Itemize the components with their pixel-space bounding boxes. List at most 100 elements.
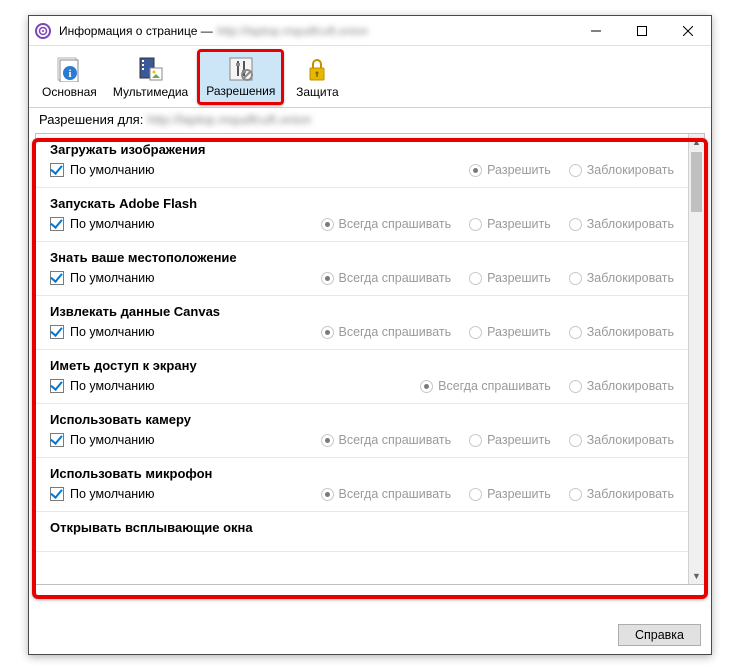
radio-always_ask[interactable]: Всегда спрашивать <box>420 379 551 393</box>
toolbar: i Основная Мультимедиа Разрешения Защита <box>29 46 711 108</box>
radio-label: Заблокировать <box>587 325 674 339</box>
permission-title: Знать ваше местоположение <box>50 250 674 265</box>
checkbox[interactable] <box>50 433 64 447</box>
radio-always_ask[interactable]: Всегда спрашивать <box>321 487 452 501</box>
scrollbar-thumb[interactable] <box>691 152 702 212</box>
radio-label: Всегда спрашивать <box>339 217 452 231</box>
default-checkbox-wrap[interactable]: По умолчанию <box>50 325 321 339</box>
radio-always_ask[interactable]: Всегда спрашивать <box>321 271 452 285</box>
radio-allow[interactable]: Разрешить <box>469 163 551 177</box>
radio-always_ask[interactable]: Всегда спрашивать <box>321 433 452 447</box>
radio-input[interactable] <box>569 326 582 339</box>
radio-allow[interactable]: Разрешить <box>469 217 551 231</box>
radio-label: Разрешить <box>487 271 551 285</box>
maximize-button[interactable] <box>619 16 665 46</box>
default-checkbox-wrap[interactable]: По умолчанию <box>50 163 469 177</box>
scrollbar[interactable]: ▲ ▼ <box>688 134 704 584</box>
radio-label: Всегда спрашивать <box>339 325 452 339</box>
radio-input[interactable] <box>569 218 582 231</box>
default-checkbox-wrap[interactable]: По умолчанию <box>50 487 321 501</box>
checkbox[interactable] <box>50 163 64 177</box>
checkbox-label: По умолчанию <box>70 325 155 339</box>
radio-input[interactable] <box>321 218 334 231</box>
permission-item: Запускать Adobe FlashПо умолчаниюВсегда … <box>36 188 688 242</box>
radio-input[interactable] <box>469 488 482 501</box>
radio-input[interactable] <box>469 218 482 231</box>
permission-title: Извлекать данные Canvas <box>50 304 674 319</box>
radio-label: Всегда спрашивать <box>339 487 452 501</box>
radio-label: Заблокировать <box>587 433 674 447</box>
permission-item: Извлекать данные Canvas По умолчанию Всегд… <box>36 296 688 350</box>
radio-input[interactable] <box>569 164 582 177</box>
titlebar: Информация о странице — http://laptop.mq… <box>29 16 711 46</box>
radio-block[interactable]: Заблокировать <box>569 217 674 231</box>
radio-block[interactable]: Заблокировать <box>569 433 674 447</box>
radio-allow[interactable]: Разрешить <box>469 433 551 447</box>
radio-input[interactable] <box>321 272 334 285</box>
radio-input[interactable] <box>420 380 433 393</box>
radio-block[interactable]: Заблокировать <box>569 325 674 339</box>
radio-input[interactable] <box>569 272 582 285</box>
page-info-window: Информация о странице — http://laptop.mq… <box>28 15 712 655</box>
radio-input[interactable] <box>321 326 334 339</box>
checkbox-label: По умолчанию <box>70 433 155 447</box>
radio-input[interactable] <box>321 434 334 447</box>
checkbox[interactable] <box>50 217 64 231</box>
help-button[interactable]: Справка <box>618 624 701 646</box>
tab-label: Основная <box>42 85 97 99</box>
default-checkbox-wrap[interactable]: По умолчанию <box>50 271 321 285</box>
radio-allow[interactable]: Разрешить <box>469 271 551 285</box>
radio-input[interactable] <box>569 434 582 447</box>
permissions-list: Загружать изображенияПо умолчаниюРазреши… <box>36 134 688 584</box>
checkbox[interactable] <box>50 379 64 393</box>
radio-label: Заблокировать <box>587 163 674 177</box>
permission-row: По умолчанию Всегда спрашивать Разрешить За… <box>50 487 674 501</box>
radio-always_ask[interactable]: Всегда спрашивать <box>321 325 452 339</box>
svg-text:i: i <box>69 68 72 80</box>
radio-block[interactable]: Заблокировать <box>569 379 674 393</box>
checkbox[interactable] <box>50 325 64 339</box>
radio-label: Разрешить <box>487 325 551 339</box>
radio-group: Всегда спрашивать Разрешить Заблокировать <box>321 487 675 501</box>
permission-item: Иметь доступ к экрану По умолчанию Всегда … <box>36 350 688 404</box>
radio-allow[interactable]: Разрешить <box>469 325 551 339</box>
permissions-for-label: Разрешения для: http://laptop.mqudfcuft.… <box>29 108 711 133</box>
scroll-up-icon[interactable]: ▲ <box>689 134 704 150</box>
radio-allow[interactable]: Разрешить <box>469 487 551 501</box>
close-button[interactable] <box>665 16 711 46</box>
checkbox[interactable] <box>50 271 64 285</box>
window-controls <box>573 16 711 46</box>
tab-media[interactable]: Мультимедиа <box>106 49 195 105</box>
permission-title: Иметь доступ к экрану <box>50 358 674 373</box>
radio-group: Всегда спрашивать Разрешить Заблокировать <box>321 433 675 447</box>
tab-general[interactable]: i Основная <box>35 49 104 105</box>
window-title: Информация о странице — http://laptop.mq… <box>59 24 573 38</box>
minimize-button[interactable] <box>573 16 619 46</box>
radio-group: Разрешить Заблокировать <box>469 163 674 177</box>
radio-input[interactable] <box>469 164 482 177</box>
radio-input[interactable] <box>469 434 482 447</box>
tab-label: Разрешения <box>206 84 275 98</box>
default-checkbox-wrap[interactable]: По умолчанию <box>50 433 321 447</box>
radio-label: Всегда спрашивать <box>438 379 551 393</box>
radio-input[interactable] <box>469 326 482 339</box>
radio-input[interactable] <box>469 272 482 285</box>
checkbox-label: По умолчанию <box>70 379 155 393</box>
radio-always_ask[interactable]: Всегда спрашивать <box>321 217 452 231</box>
radio-block[interactable]: Заблокировать <box>569 487 674 501</box>
checkbox[interactable] <box>50 487 64 501</box>
default-checkbox-wrap[interactable]: По умолчанию <box>50 379 420 393</box>
radio-block[interactable]: Заблокировать <box>569 271 674 285</box>
tab-security[interactable]: Защита <box>286 49 348 105</box>
default-checkbox-wrap[interactable]: По умолчанию <box>50 217 321 231</box>
radio-input[interactable] <box>569 380 582 393</box>
tab-permissions[interactable]: Разрешения <box>197 49 284 105</box>
radio-group: Всегда спрашивать Заблокировать <box>420 379 674 393</box>
radio-input[interactable] <box>569 488 582 501</box>
radio-block[interactable]: Заблокировать <box>569 163 674 177</box>
radio-label: Заблокировать <box>587 487 674 501</box>
checkbox-label: По умолчанию <box>70 271 155 285</box>
scroll-down-icon[interactable]: ▼ <box>689 568 704 584</box>
checkbox-label: По умолчанию <box>70 217 155 231</box>
radio-input[interactable] <box>321 488 334 501</box>
